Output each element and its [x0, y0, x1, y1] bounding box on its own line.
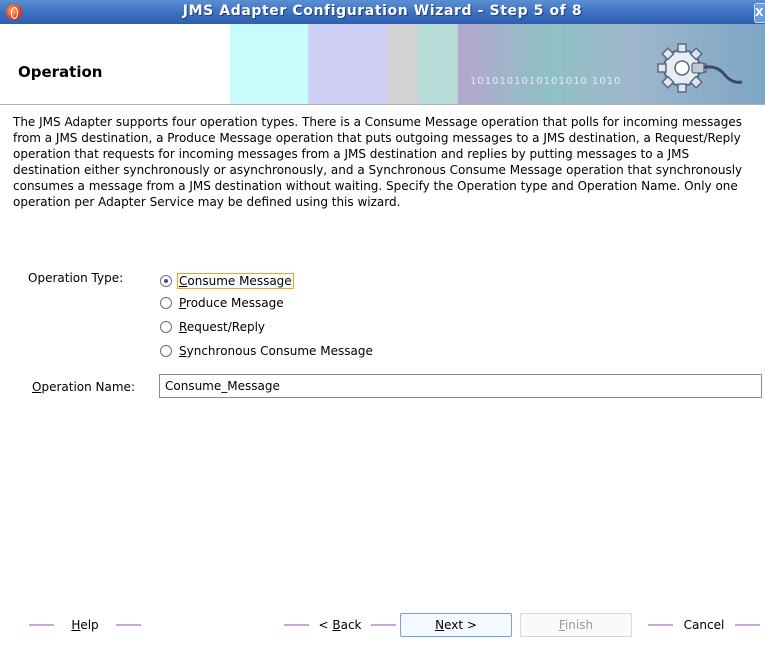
- page-title: Operation: [18, 63, 103, 81]
- radio-button[interactable]: [160, 345, 172, 357]
- operation-name-label: Operation Name:: [32, 380, 135, 394]
- operation-description: The JMS Adapter supports four operation …: [13, 115, 743, 209]
- radio-button[interactable]: [160, 321, 172, 333]
- header-banner-teal: [418, 24, 458, 104]
- operation-type-label: Operation Type:: [28, 271, 124, 285]
- back-prefix: <: [318, 618, 333, 632]
- radio-button[interactable]: [160, 297, 172, 309]
- cancel-button[interactable]: Cancel: [648, 613, 760, 637]
- mnemonic-p: P: [179, 296, 187, 310]
- window-titlebar: JMS Adapter Configuration Wizard - Step …: [0, 0, 765, 24]
- header-banner-cyan: [230, 24, 308, 104]
- close-glyph: X: [755, 6, 764, 19]
- header-banner-lavender: [308, 24, 388, 104]
- header-banner-binary: 1010101010101010 1010: [470, 76, 622, 87]
- next-button[interactable]: Next >: [400, 613, 512, 637]
- radio-produce-message[interactable]: Produce Message: [160, 294, 286, 312]
- back-button[interactable]: < Back: [284, 613, 396, 637]
- mnemonic-s: S: [179, 344, 187, 358]
- mnemonic-b: B: [332, 618, 341, 632]
- header-banner-gray: [388, 24, 418, 104]
- radio-label-rest: ynchronous Consume Message: [186, 344, 373, 358]
- radio-label-synchronous-consume-message: Synchronous Consume Message: [177, 343, 375, 359]
- radio-label-rest: equest/Reply: [186, 320, 266, 334]
- back-label-rest: ack: [340, 618, 362, 632]
- operation-name-label-rest: peration Name:: [41, 380, 135, 394]
- help-label-rest: elp: [80, 618, 99, 632]
- mnemonic-n: N: [435, 618, 445, 632]
- radio-synchronous-consume-message[interactable]: Synchronous Consume Message: [160, 342, 375, 360]
- mnemonic-r: R: [179, 320, 187, 334]
- operation-name-input[interactable]: [159, 374, 762, 398]
- next-label-rest: ext >: [444, 618, 477, 632]
- header-divider: [0, 104, 765, 105]
- close-icon[interactable]: X: [754, 3, 765, 23]
- radio-request-reply[interactable]: Request/Reply: [160, 318, 267, 336]
- gear-plug-icon: [657, 43, 743, 93]
- mnemonic-h: H: [71, 618, 81, 632]
- radio-label-consume-message: Consume Message: [177, 273, 294, 289]
- radio-consume-message[interactable]: Consume Message: [160, 272, 294, 290]
- radio-label-request-reply: Request/Reply: [177, 319, 267, 335]
- radio-label-rest: roduce Message: [186, 296, 284, 310]
- radio-label-produce-message: Produce Message: [177, 295, 286, 311]
- finish-button[interactable]: Finish: [520, 613, 632, 637]
- finish-label-rest: inish: [564, 618, 594, 632]
- wizard-header: 1010101010101010 1010 Operation: [0, 24, 765, 104]
- window-title: JMS Adapter Configuration Wizard - Step …: [182, 3, 583, 19]
- help-button[interactable]: Help: [29, 613, 141, 637]
- radio-button-selected[interactable]: [160, 275, 172, 287]
- radio-label-rest: onsume Message: [187, 274, 292, 288]
